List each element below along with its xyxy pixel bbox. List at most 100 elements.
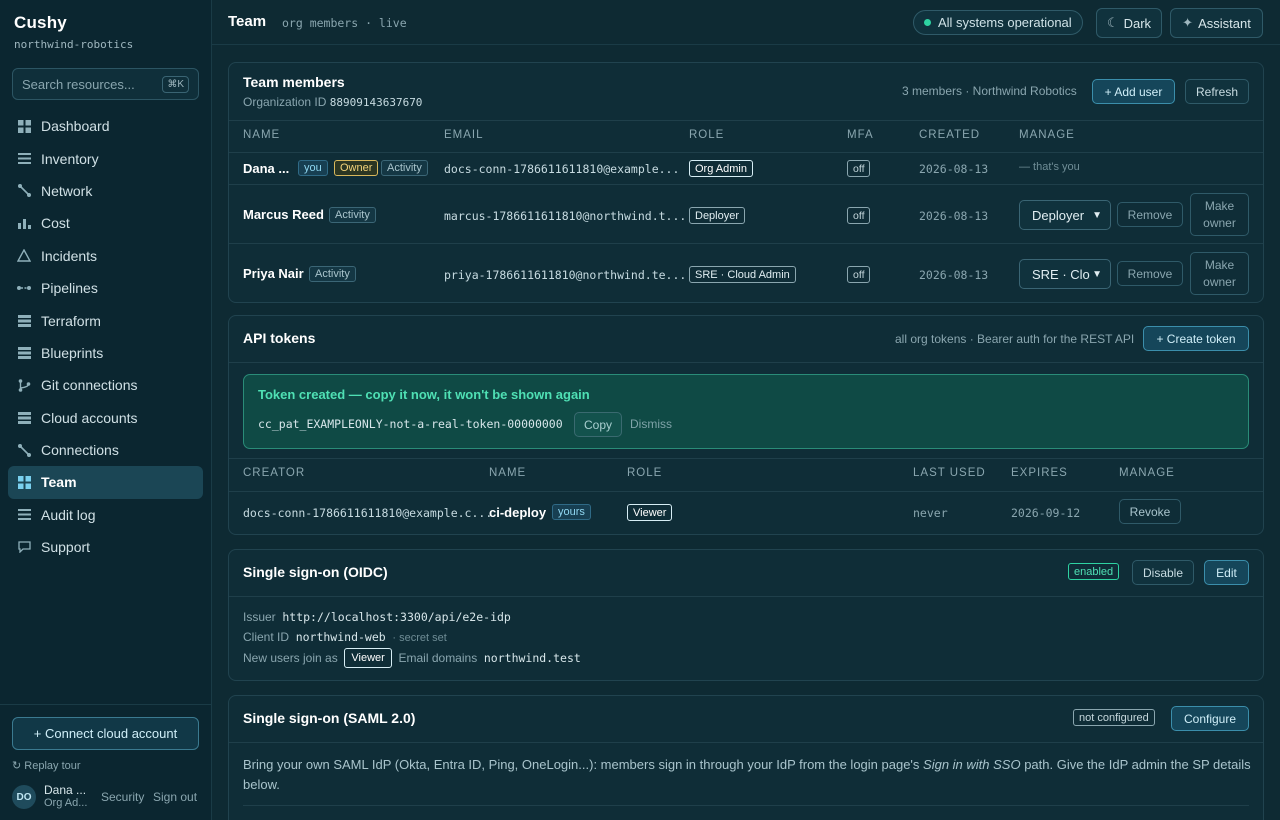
disable-button[interactable]: Disable: [1132, 560, 1194, 585]
page-subtitle: org members · live: [282, 16, 407, 30]
connect-cloud-account-button[interactable]: + Connect cloud account: [12, 717, 199, 750]
table-row: Marcus Reed Activity marcus-178661161181…: [229, 185, 1263, 244]
revoke-button[interactable]: Revoke: [1119, 499, 1181, 524]
edit-button[interactable]: Edit: [1204, 560, 1249, 585]
table-row: docs-conn-1786611611810@example.c... ci-…: [229, 492, 1263, 534]
notice-title: Token created — copy it now, it won't be…: [258, 387, 590, 402]
sidebar-item-pipelines[interactable]: Pipelines: [8, 272, 203, 304]
make-owner-button[interactable]: Make owner: [1190, 252, 1249, 295]
configure-button[interactable]: Configure: [1171, 706, 1249, 731]
member-email: priya-1786611611810@northwind.te...: [444, 268, 687, 282]
tokens-table-header: CREATOR NAME ROLE LAST USED EXPIRES MANA…: [229, 458, 1263, 492]
sidebar: Cushy northwind-robotics Search resource…: [0, 0, 212, 820]
role-select[interactable]: Deployer ▼: [1019, 200, 1111, 230]
app-logo[interactable]: Cushy: [14, 13, 67, 33]
sidebar-footer: + Connect cloud account ↻ Replay tour DO…: [0, 704, 212, 820]
self-note: — that's you: [1019, 161, 1080, 173]
divider: [229, 596, 1263, 597]
mfa-badge: off: [847, 266, 871, 283]
sign-out-link[interactable]: Sign out: [153, 790, 197, 804]
refresh-button[interactable]: Refresh: [1185, 79, 1249, 104]
assistant-button[interactable]: ✦ Assistant: [1170, 8, 1263, 38]
sidebar-item-cost[interactable]: Cost: [8, 207, 203, 239]
activity-badge[interactable]: Activity: [329, 207, 376, 223]
col-token-role: ROLE: [627, 467, 663, 479]
col-creator: CREATOR: [243, 467, 306, 479]
col-last-used: LAST USED: [913, 467, 986, 479]
join-row: New users join as Viewer Email domains n…: [243, 648, 581, 668]
sidebar-item-label: Dashboard: [41, 118, 110, 135]
members-table-header: NAME EMAIL ROLE MFA CREATED MANAGE: [229, 120, 1263, 153]
grid-icon: [17, 119, 31, 133]
dismiss-button[interactable]: Dismiss: [630, 417, 672, 431]
col-name: NAME: [243, 129, 281, 141]
sidebar-item-audit-log[interactable]: Audit log: [8, 499, 203, 531]
replay-icon: ↻: [12, 760, 25, 772]
top-header: Team org members · live All systems oper…: [212, 0, 1280, 45]
sidebar-item-network[interactable]: Network: [8, 175, 203, 207]
sidebar-item-inventory[interactable]: Inventory: [8, 142, 203, 174]
theme-toggle-button[interactable]: ☾ Dark: [1096, 8, 1162, 38]
sidebar-item-label: Incidents: [41, 247, 98, 264]
created-date: 2026-08-13: [919, 162, 989, 176]
member-name: Marcus Reed: [243, 207, 324, 222]
replay-tour-link[interactable]: ↻ Replay tour: [12, 759, 81, 772]
search-input[interactable]: Search resources... ⌘K: [12, 68, 199, 100]
sidebar-item-team[interactable]: Team: [8, 466, 203, 499]
activity-badge[interactable]: Activity: [309, 266, 356, 282]
org-id-row: Organization ID 88909143637670: [243, 95, 422, 109]
remove-button[interactable]: Remove: [1117, 202, 1183, 227]
table-row: Priya Nair Activity priya-1786611611810@…: [229, 244, 1263, 302]
token-value[interactable]: cc_pat_EXAMPLEONLY-not-a-real-token-0000…: [258, 417, 563, 431]
remove-button[interactable]: Remove: [1117, 261, 1183, 286]
theme-label: Dark: [1123, 15, 1152, 31]
role-select-value: Deployer: [1032, 207, 1085, 223]
sidebar-item-dashboard[interactable]: Dashboard: [8, 110, 203, 142]
activity-badge[interactable]: Activity: [381, 160, 428, 176]
role-badge: Deployer: [689, 207, 746, 224]
avatar[interactable]: DO: [12, 785, 36, 809]
created-date: 2026-08-13: [919, 268, 989, 282]
copy-button[interactable]: Copy: [574, 412, 622, 437]
make-owner-button[interactable]: Make owner: [1190, 193, 1249, 236]
col-email: EMAIL: [444, 129, 484, 141]
domains-label: Email domains: [398, 651, 478, 665]
sidebar-item-cloud-accounts[interactable]: Cloud accounts: [8, 402, 203, 434]
system-status-pill[interactable]: All systems operational: [913, 10, 1083, 35]
add-user-button[interactable]: + Add user: [1092, 79, 1175, 104]
mfa-badge: off: [847, 160, 871, 177]
stack-icon: [17, 411, 31, 425]
oidc-status-badge: enabled: [1068, 563, 1120, 580]
team-members-title: Team members: [243, 74, 345, 90]
sidebar-item-label: Audit log: [41, 506, 96, 523]
issuer-value: http://localhost:3300/api/e2e-idp: [282, 610, 511, 624]
sidebar-item-connections[interactable]: Connections: [8, 434, 203, 466]
org-id-label: Organization ID: [243, 95, 327, 109]
security-link[interactable]: Security: [101, 790, 144, 804]
sidebar-item-terraform[interactable]: Terraform: [8, 304, 203, 336]
client-id-value: northwind-web: [295, 630, 386, 644]
grid-icon: [17, 475, 31, 489]
issuer-row: Issuer http://localhost:3300/api/e2e-idp: [243, 610, 511, 624]
yours-badge: yours: [552, 504, 591, 520]
sidebar-item-blueprints[interactable]: Blueprints: [8, 337, 203, 369]
member-name: Priya Nair: [243, 266, 304, 281]
sidebar-item-label: Connections: [41, 442, 119, 459]
sidebar-nav: Dashboard Inventory Network Cost Incidents Pi…: [8, 110, 203, 563]
role-badge: Org Admin: [689, 160, 753, 177]
sidebar-item-label: Terraform: [41, 312, 101, 329]
tokens-summary: all org tokens · Bearer auth for the RES…: [895, 332, 1135, 346]
api-tokens-card: API tokens all org tokens · Bearer auth …: [228, 315, 1264, 535]
list-icon: [17, 508, 31, 522]
role-select-value: SRE · Clo: [1032, 266, 1090, 282]
sidebar-item-label: Support: [41, 539, 91, 556]
sidebar-item-incidents[interactable]: Incidents: [8, 240, 203, 272]
role-select[interactable]: SRE · Clo ▼: [1019, 259, 1111, 289]
issuer-label: Issuer: [243, 610, 276, 624]
team-members-card: Team members Organization ID 88909143637…: [228, 62, 1264, 303]
sidebar-item-support[interactable]: Support: [8, 531, 203, 563]
create-token-button[interactable]: + Create token: [1143, 326, 1249, 351]
sidebar-item-git-connections[interactable]: Git connections: [8, 369, 203, 401]
token-name: ci-deploy: [489, 505, 547, 520]
sidebar-item-label: Blueprints: [41, 344, 104, 361]
